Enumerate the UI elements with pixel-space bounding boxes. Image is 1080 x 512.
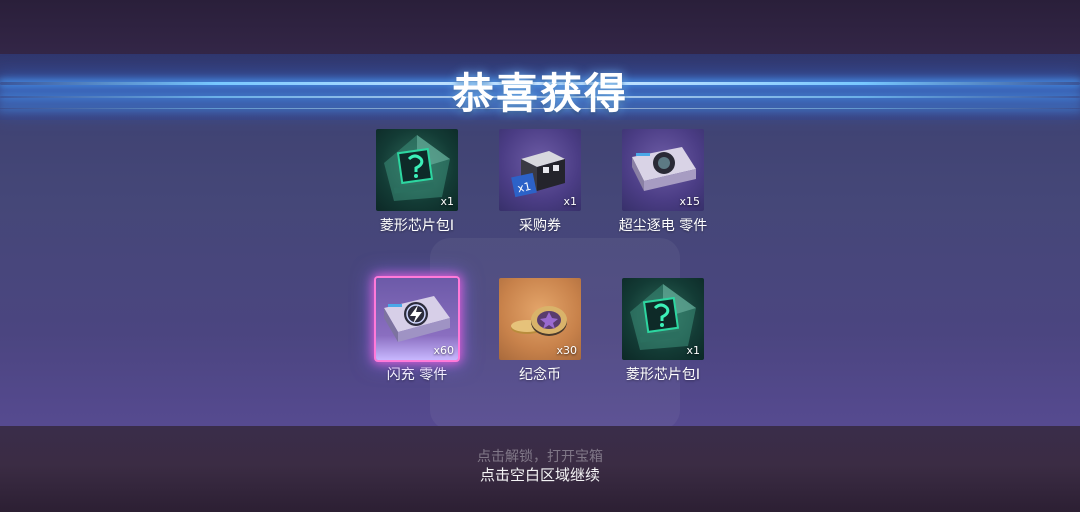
reward-icon-frame: x1 x1 [499, 129, 581, 211]
reward-name: 菱形芯片包I [379, 218, 455, 234]
reward-quantity: x60 [433, 344, 454, 357]
reward-quantity: x1 [563, 195, 577, 208]
reward-item[interactable]: x15 超尘逐电 零件 [598, 129, 728, 235]
reward-icon-frame: x30 [499, 278, 581, 360]
reward-icon-frame: x1 [622, 278, 704, 360]
unlock-hint: 点击解锁，打开宝箱 [477, 449, 603, 465]
reward-name: 菱形芯片包I [625, 367, 701, 383]
reward-name: 超尘逐电 零件 [618, 218, 708, 234]
reward-name: 闪充 零件 [386, 367, 448, 383]
continue-hint[interactable]: 点击空白区域继续 [0, 464, 1080, 485]
reward-quantity: x1 [686, 344, 700, 357]
reward-quantity: x30 [556, 344, 577, 357]
reward-name: 纪念币 [519, 367, 561, 383]
top-backdrop [0, 0, 1080, 54]
reward-item[interactable]: x30 纪念币 [475, 278, 605, 384]
reward-quantity: x15 [679, 195, 700, 208]
reward-quantity: x1 [440, 195, 454, 208]
congrats-title: 恭喜获得 [451, 69, 628, 118]
reward-icon-frame: x1 [376, 129, 458, 211]
svg-text:x1: x1 [516, 180, 532, 196]
reward-item[interactable]: x1 x1 采购券 [475, 129, 605, 235]
reward-item-highlighted[interactable]: x60 闪充 零件 [352, 278, 482, 384]
reward-item[interactable]: x1 菱形芯片包I [598, 278, 728, 384]
reward-icon-frame: x15 [622, 129, 704, 211]
reward-name: 采购券 [519, 218, 561, 234]
reward-icon-frame: x60 [376, 278, 458, 360]
reward-item[interactable]: x1 菱形芯片包I [352, 129, 482, 235]
